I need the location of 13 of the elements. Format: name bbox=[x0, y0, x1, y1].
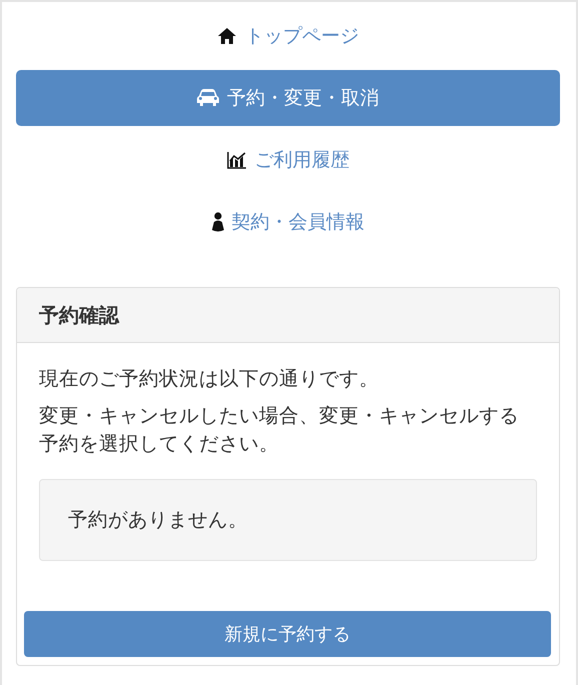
nav-item[interactable]: トップページ bbox=[16, 8, 560, 64]
info-text: 現在のご予約状況は以下の通りです。 bbox=[39, 366, 380, 392]
empty-notice: 予約がありません。 bbox=[39, 479, 537, 561]
person-icon bbox=[212, 212, 224, 232]
chart-icon bbox=[226, 151, 246, 169]
nav-item[interactable]: ご利用履歴 bbox=[16, 132, 560, 188]
new-reservation-button[interactable]: 新規に予約する bbox=[24, 611, 551, 657]
nav-item[interactable]: 予約・変更・取消 bbox=[16, 70, 560, 126]
home-icon bbox=[217, 27, 237, 45]
info-text: 変更・キャンセルしたい場合、変更・キャンセルする予約を選択してください。 bbox=[39, 403, 520, 457]
panel-title: 予約確認 bbox=[17, 288, 559, 343]
car-icon bbox=[197, 88, 219, 108]
nav-item[interactable]: 契約・会員情報 bbox=[16, 194, 560, 250]
